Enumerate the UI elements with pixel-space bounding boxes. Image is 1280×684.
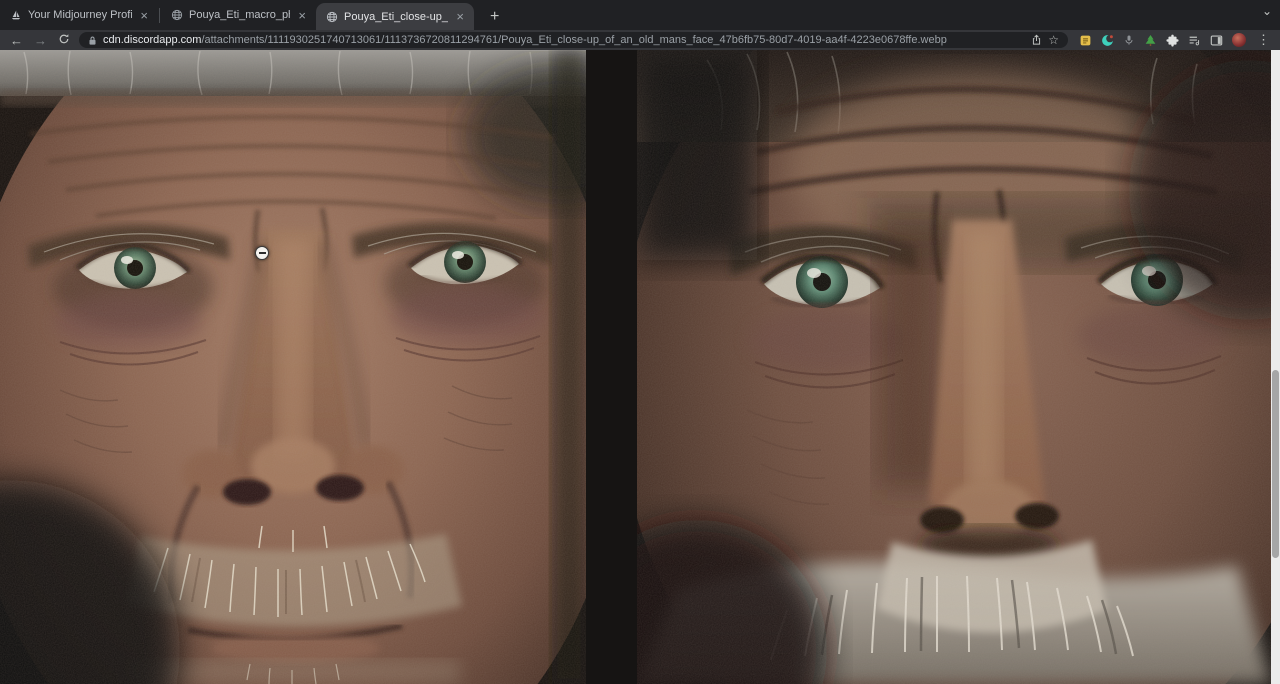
bookmark-star-icon[interactable]: ☆ [1048,34,1059,46]
image-viewer-content [0,50,1280,684]
tab-close-icon[interactable]: × [138,9,150,22]
zoom-out-cursor [255,246,269,260]
address-bar[interactable]: cdn.discordapp.com/attachments/111193025… [79,32,1068,48]
right-portrait-panel [637,50,1271,684]
page-url: cdn.discordapp.com/attachments/111193025… [103,34,1025,46]
vertical-scrollbar-thumb[interactable] [1272,370,1279,558]
tab-macro-photo[interactable]: Pouya_Eti_macro_photo_of_a × [161,0,316,30]
profile-avatar[interactable] [1232,33,1246,47]
new-tab-button[interactable]: + [484,8,505,26]
playlist-extension-icon[interactable] [1188,34,1201,47]
tab-close-icon[interactable]: × [454,10,466,23]
tab-bar: Your Midjourney Profile × Pouya_Eti_macr… [0,0,1280,30]
url-path: /attachments/1111930251740713061/1113736… [201,34,946,46]
left-portrait-image[interactable] [0,50,586,684]
dark-reader-extension-icon[interactable] [1101,34,1114,47]
midjourney-logo-icon [10,9,22,21]
left-portrait-panel [0,50,586,684]
browser-toolbar: ← → cdn.discordapp.com/attachments/11119… [0,30,1280,50]
tab-title: Your Midjourney Profile [28,9,132,21]
tree-extension-icon[interactable] [1144,34,1157,47]
vertical-scrollbar-track[interactable] [1271,50,1280,684]
share-icon[interactable] [1031,34,1042,46]
back-button[interactable]: ← [8,34,25,47]
tab-search-chevron-icon[interactable]: ⌄ [1262,4,1272,18]
browser-menu-icon[interactable]: ⋮ [1255,32,1272,48]
globe-icon [171,9,183,21]
tab-title: Pouya_Eti_macro_photo_of_a [189,9,290,21]
notes-extension-icon[interactable] [1079,34,1092,47]
extension-row: ⋮ [1079,32,1272,48]
tab-close-icon[interactable]: × [296,9,308,22]
tab-title: Pouya_Eti_close-up_of_an_ol [344,11,448,23]
browser-window: Your Midjourney Profile × Pouya_Eti_macr… [0,0,1280,684]
url-host: cdn.discordapp.com [103,34,201,46]
extensions-puzzle-icon[interactable] [1166,34,1179,47]
forward-button[interactable]: → [32,34,49,47]
globe-icon [326,11,338,23]
right-portrait-image[interactable] [637,50,1271,684]
lock-icon[interactable] [88,35,97,46]
mic-extension-icon[interactable] [1123,34,1135,46]
tab-midjourney-profile[interactable]: Your Midjourney Profile × [0,0,158,30]
reload-button[interactable] [56,33,72,47]
tab-separator [159,8,160,23]
side-panel-icon[interactable] [1210,34,1223,47]
tab-close-up-image-active[interactable]: Pouya_Eti_close-up_of_an_ol × [316,3,474,30]
